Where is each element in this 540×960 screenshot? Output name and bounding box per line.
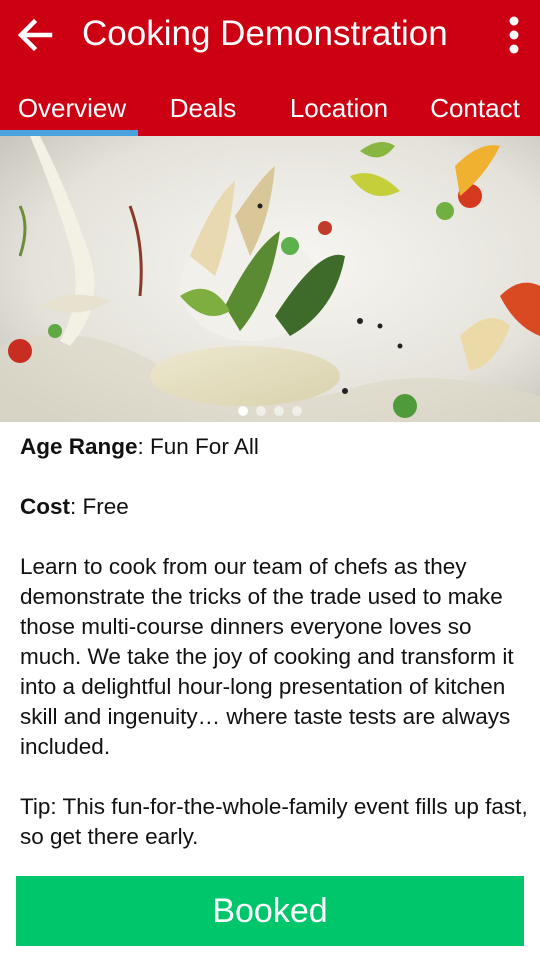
age-range-row: Age Range: Fun For All xyxy=(20,432,530,462)
tab-deals[interactable]: Deals xyxy=(138,80,268,136)
booked-button[interactable]: Booked xyxy=(16,876,524,946)
overflow-menu-button[interactable] xyxy=(494,10,534,60)
more-vertical-icon xyxy=(509,16,519,54)
age-range-label: Age Range xyxy=(20,434,138,459)
tab-location[interactable]: Location xyxy=(272,80,406,136)
event-description: Learn to cook from our team of chefs as … xyxy=(20,554,514,759)
arrow-left-icon xyxy=(17,18,53,52)
app-bar: Cooking Demonstration Overview Deals Loc… xyxy=(0,0,540,136)
tab-bar: Overview Deals Location Contact xyxy=(0,80,540,136)
cost-row: Cost: Free xyxy=(20,492,530,522)
carousel-dot[interactable] xyxy=(256,406,266,416)
food-plating-image xyxy=(0,136,540,422)
carousel-dot[interactable] xyxy=(274,406,284,416)
cost-label: Cost xyxy=(20,494,70,519)
age-range-value: : Fun For All xyxy=(137,434,259,459)
event-details: Age Range: Fun For All Cost: Free Learn … xyxy=(20,432,530,852)
carousel-indicator xyxy=(0,406,540,416)
cost-value: : Free xyxy=(70,494,129,519)
carousel-dot[interactable] xyxy=(238,406,248,416)
back-button[interactable] xyxy=(10,10,60,60)
tab-contact[interactable]: Contact xyxy=(410,80,540,136)
image-carousel[interactable] xyxy=(0,136,540,422)
tab-overview[interactable]: Overview xyxy=(0,80,144,136)
page-title: Cooking Demonstration xyxy=(82,14,448,53)
carousel-dot[interactable] xyxy=(292,406,302,416)
event-tip: Tip: This fun-for-the-whole-family event… xyxy=(20,794,528,849)
